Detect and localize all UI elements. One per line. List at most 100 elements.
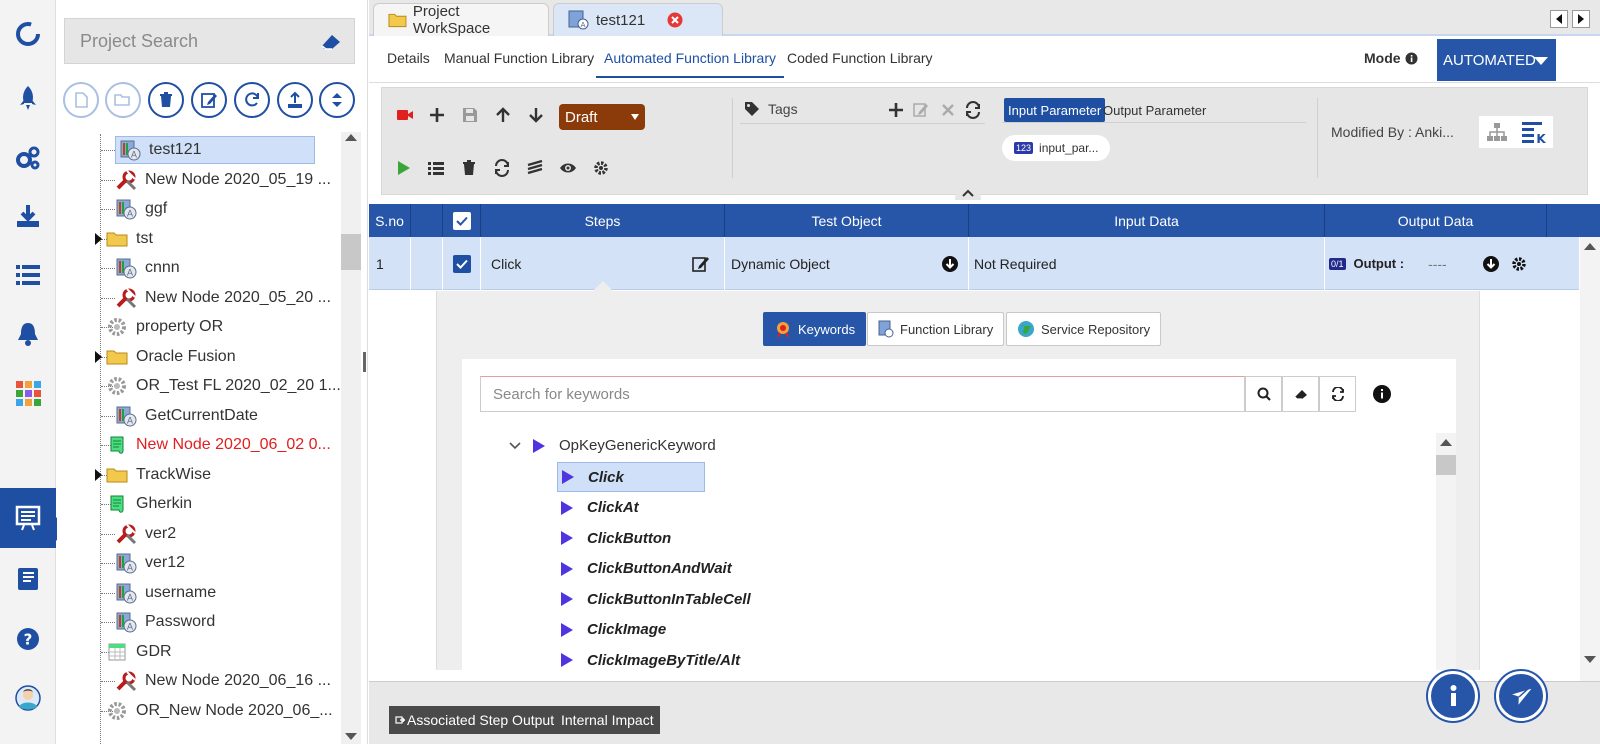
settings-icon[interactable] <box>590 157 612 179</box>
panel-resize-handle[interactable] <box>363 352 366 372</box>
col-input-data[interactable]: Input Data <box>969 204 1325 237</box>
info-icon[interactable] <box>1373 385 1391 403</box>
tree-item[interactable]: New Node 2020_05_19 ... <box>115 166 331 194</box>
tree-item[interactable]: Gherkin <box>106 490 192 518</box>
keyword-refresh-button[interactable] <box>1319 376 1356 412</box>
layers-icon[interactable] <box>524 157 546 179</box>
collapse-panel-icon[interactable] <box>361 335 366 347</box>
tree-item[interactable]: A Password <box>115 608 215 636</box>
keyword-item[interactable]: ClickAt <box>557 493 639 523</box>
gears-icon[interactable] <box>0 136 56 180</box>
tree-item[interactable]: Acnnn <box>115 254 180 282</box>
function-library-icon[interactable] <box>0 488 56 548</box>
associated-step-output-button[interactable]: Associated Step Output <box>389 706 561 734</box>
move-down-icon[interactable] <box>525 104 547 126</box>
keyword-item[interactable]: ClickButton <box>557 523 671 553</box>
deploy-fab[interactable] <box>1496 671 1546 721</box>
col-select-all[interactable] <box>443 204 481 237</box>
table-row[interactable]: 1 Click Dynamic Object Not Required 0/1 … <box>369 237 1580 290</box>
tree-item[interactable]: ver2 <box>115 520 176 548</box>
subtab-coded-function-library[interactable]: Coded Function Library <box>787 50 933 66</box>
keyword-search-input[interactable]: Search for keywords <box>480 376 1245 412</box>
subtab-details[interactable]: Details <box>387 50 430 66</box>
open-folder-button[interactable] <box>105 82 141 118</box>
eye-icon[interactable] <box>557 157 579 179</box>
expand-arrow-icon[interactable] <box>95 232 102 245</box>
record-icon[interactable] <box>394 104 416 126</box>
save-icon[interactable] <box>459 104 481 126</box>
keyword-item[interactable]: ClickImage <box>557 615 666 645</box>
help-icon[interactable]: ? <box>0 617 56 661</box>
expand-collapse-button[interactable] <box>319 82 355 118</box>
refresh-tags-icon[interactable] <box>962 99 984 121</box>
book-icon[interactable] <box>0 557 56 601</box>
subtab-manual-function-library[interactable]: Manual Function Library <box>444 50 594 66</box>
scroll-thumb[interactable] <box>341 234 361 270</box>
tab-function-library[interactable]: Function Library <box>867 312 1005 346</box>
run-icon[interactable] <box>392 157 414 179</box>
tree-item[interactable]: Aggf <box>115 195 167 223</box>
grid-scrollbar[interactable] <box>1580 237 1600 681</box>
tree-item[interactable]: New Node 2020_06_16 ... <box>115 667 331 695</box>
tree-item[interactable]: New Node 2020_05_20 ... <box>115 284 331 312</box>
status-select[interactable]: Draft <box>559 104 645 130</box>
apps-grid-icon[interactable] <box>0 371 56 415</box>
col-steps[interactable]: Steps <box>481 204 725 237</box>
gear-icon[interactable] <box>1511 256 1527 272</box>
tree-item[interactable]: Atest121 <box>115 136 315 164</box>
tab-input-parameter[interactable]: Input Parameter <box>1004 98 1106 122</box>
tree-item[interactable]: A GetCurrentDate <box>115 402 258 430</box>
tree-item[interactable]: New Node 2020_06_02 0... <box>106 431 331 459</box>
user-avatar-icon[interactable] <box>0 676 56 720</box>
info-icon[interactable] <box>1405 52 1418 65</box>
expand-arrow-icon[interactable] <box>95 350 102 363</box>
scroll-up-icon[interactable] <box>1440 439 1452 446</box>
keyword-clear-button[interactable] <box>1282 376 1319 412</box>
input-parameter-pill[interactable]: 123 input_par... <box>1002 135 1110 161</box>
tree-item[interactable]: tst <box>106 225 153 253</box>
keyword-view-icon[interactable]: K <box>1521 120 1547 144</box>
keyword-item[interactable]: ClickImageByTitle/Alt <box>557 645 740 675</box>
tree-scrollbar[interactable] <box>341 132 361 744</box>
col-test-object[interactable]: Test Object <box>725 204 969 237</box>
edit-step-icon[interactable] <box>692 255 710 272</box>
edit-tag-icon[interactable] <box>910 99 932 121</box>
tree-item[interactable]: TrackWise <box>106 461 211 489</box>
tree-item[interactable]: Ausername <box>115 579 216 607</box>
expand-arrow-icon[interactable] <box>95 468 102 481</box>
add-step-icon[interactable] <box>426 104 448 126</box>
col-output-data[interactable]: Output Data <box>1325 204 1547 237</box>
new-file-button[interactable] <box>63 82 99 118</box>
keyword-item[interactable]: ClickButtonInTableCell <box>557 584 751 614</box>
keyword-search-button[interactable] <box>1245 376 1282 412</box>
upload-button[interactable] <box>277 82 313 118</box>
tab-test121[interactable]: A test121 <box>553 3 723 36</box>
list-icon[interactable] <box>0 253 56 297</box>
tree-item[interactable]: Aver12 <box>115 549 185 577</box>
cell-test-object[interactable]: Dynamic Object <box>725 237 969 290</box>
close-tab-icon[interactable] <box>667 12 683 28</box>
tree-item[interactable]: OR_Test FL 2020_02_20 1... <box>106 372 341 400</box>
col-sno[interactable]: S.no <box>369 204 411 237</box>
cell-input-data[interactable]: Not Required <box>969 237 1325 290</box>
edit-button[interactable] <box>191 82 227 118</box>
add-tag-icon[interactable] <box>885 99 907 121</box>
tree-item[interactable]: Oracle Fusion <box>106 343 236 371</box>
scroll-up-icon[interactable] <box>345 134 357 141</box>
refresh-steps-icon[interactable] <box>491 157 513 179</box>
hierarchy-icon[interactable] <box>1486 122 1508 142</box>
tree-item[interactable]: GDR <box>106 638 172 666</box>
mode-select[interactable]: AUTOMATED <box>1437 39 1556 81</box>
delete-button[interactable] <box>148 82 184 118</box>
rocket-icon[interactable] <box>0 76 56 120</box>
arrow-down-circle-icon[interactable] <box>942 256 958 272</box>
keyword-scrollbar[interactable] <box>1436 433 1456 670</box>
keyword-group[interactable]: OpKeyGenericKeyword <box>509 437 716 454</box>
internal-impact-button[interactable]: Internal Impact <box>555 706 660 734</box>
select-all-checkbox[interactable] <box>452 211 471 230</box>
subtab-automated-function-library[interactable]: Automated Function Library <box>596 50 784 78</box>
scroll-up-icon[interactable] <box>1584 243 1596 250</box>
info-fab[interactable] <box>1428 671 1478 721</box>
keyword-item[interactable]: Click <box>557 462 705 492</box>
scroll-down-icon[interactable] <box>1584 656 1596 663</box>
